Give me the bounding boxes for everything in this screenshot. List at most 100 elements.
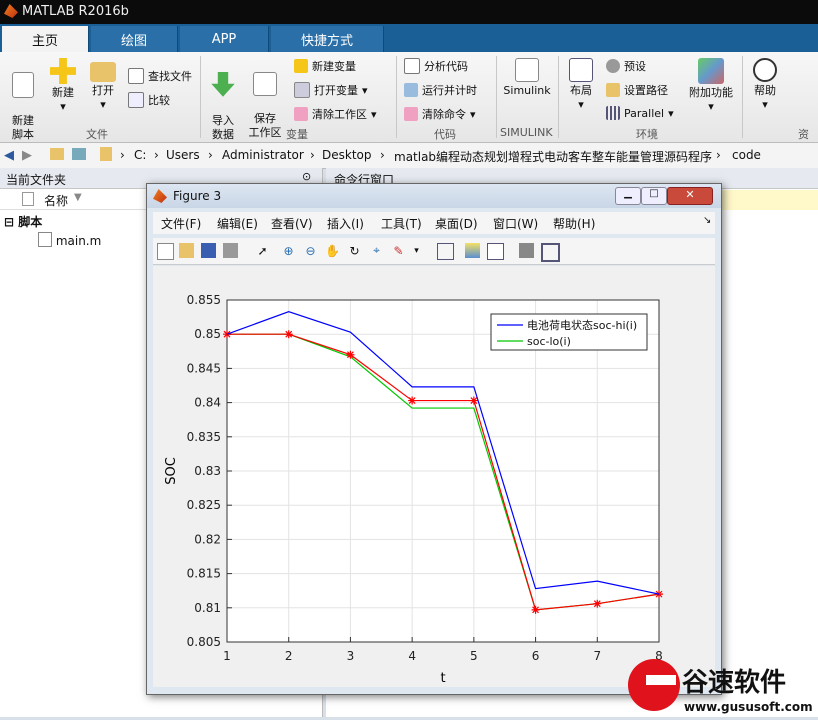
panel-menu-icon[interactable]: ⊙: [302, 170, 311, 183]
brush-icon[interactable]: ✎: [391, 243, 406, 258]
y-axis-label: SOC: [164, 457, 179, 485]
collapse-icon[interactable]: ⊟: [4, 215, 14, 229]
menu-view[interactable]: 查看(V): [271, 215, 313, 232]
menu-tools[interactable]: 工具(T): [381, 215, 422, 232]
group-label-environment: 环境: [636, 128, 658, 141]
breadcrumb-item[interactable]: Users: [166, 148, 200, 162]
figure-titlebar[interactable]: Figure 3 ▁ □ ✕: [147, 184, 721, 208]
hide-plot-tools-icon[interactable]: [519, 243, 534, 258]
breadcrumb-item[interactable]: Desktop: [322, 148, 372, 162]
find-files-button[interactable]: 查找文件: [128, 68, 192, 84]
breadcrumb-item[interactable]: C:: [134, 148, 146, 162]
clear-workspace-button[interactable]: 清除工作区 ▾: [294, 106, 377, 122]
brush-dropdown-icon[interactable]: ▾: [409, 243, 424, 258]
rotate-3d-icon[interactable]: ↻: [347, 243, 362, 258]
parallel-dropdown-icon: ▾: [668, 106, 674, 120]
menu-window[interactable]: 窗口(W): [493, 215, 538, 232]
menu-edit[interactable]: 编辑(E): [217, 215, 258, 232]
new-button[interactable]: 新建 ▾: [46, 58, 80, 114]
layout-button[interactable]: 布局 ▾: [564, 58, 598, 112]
app-titlebar: MATLAB R2016b: [0, 0, 818, 24]
address-bar[interactable]: ◀ ▶ › C: › Users › Administrator › Deskt…: [0, 143, 818, 169]
back-arrow-icon[interactable]: ◀: [4, 148, 14, 163]
zoom-out-icon[interactable]: ⊖: [303, 243, 318, 258]
close-button[interactable]: ✕: [667, 187, 713, 205]
set-path-label: 设置路径: [624, 84, 668, 97]
breadcrumb-item[interactable]: Administrator: [222, 148, 304, 162]
folder-icon: [100, 147, 112, 161]
watermark-logo: 谷速软件 www.gususoft.com: [618, 655, 818, 717]
menu-insert[interactable]: 插入(I): [327, 215, 364, 232]
column-header-name[interactable]: 名称: [44, 192, 68, 209]
tab-shortcuts[interactable]: 快捷方式: [271, 26, 384, 52]
matlab-logo-icon: [153, 189, 167, 203]
brand-logo-mark: [646, 675, 676, 685]
data-cursor-icon[interactable]: ⌖: [369, 243, 384, 258]
addons-button[interactable]: 附加功能 ▾: [686, 58, 736, 114]
print-icon[interactable]: [223, 243, 238, 258]
open-label: 打开: [92, 84, 114, 97]
sort-down-icon[interactable]: ▼: [74, 192, 82, 203]
import-data-button[interactable]: 导入 数据: [206, 58, 240, 142]
legend-toggle-icon[interactable]: [487, 243, 504, 260]
help-button[interactable]: 帮助 ▾: [748, 58, 782, 112]
data-point: [284, 330, 293, 339]
parallel-button[interactable]: Parallel ▾: [606, 106, 674, 120]
colorbar-icon[interactable]: [465, 243, 480, 258]
save-workspace-icon: [253, 72, 277, 96]
parallel-icon: [606, 106, 620, 120]
figure-canvas: 1 2 3 4 5 6 7 8 0.805 0.81 0.815 0.82 0.825 0.83 0.835…: [153, 266, 715, 687]
figure-menubar: 文件(F) 编辑(E) 查看(V) 插入(I) 工具(T) 桌面(D) 窗口(W…: [153, 212, 715, 234]
menu-file[interactable]: 文件(F): [161, 215, 201, 232]
y-tick-label: 0.835: [187, 430, 221, 444]
run-and-time-button[interactable]: 运行并计时: [404, 82, 477, 98]
zoom-in-icon[interactable]: ⊕: [281, 243, 296, 258]
select-arrow-icon[interactable]: ➚: [255, 243, 270, 258]
y-tick-label: 0.84: [194, 396, 221, 410]
pan-hand-icon[interactable]: ✋: [325, 243, 340, 258]
save-workspace-button[interactable]: 保存 工作区: [246, 58, 284, 140]
link-plot-icon[interactable]: [437, 243, 454, 260]
compare-button[interactable]: 比较: [128, 92, 170, 108]
minimize-button[interactable]: ▁: [615, 187, 641, 205]
compare-label: 比较: [148, 94, 170, 107]
save-workspace-label: 保存 工作区: [248, 112, 282, 139]
new-script-button[interactable]: 新建 脚本: [6, 58, 40, 142]
forward-arrow-icon[interactable]: ▶: [22, 148, 32, 163]
open-file-icon[interactable]: [179, 243, 194, 258]
new-figure-icon[interactable]: [157, 243, 174, 260]
tab-apps[interactable]: APP: [180, 26, 269, 52]
ribbon-divider: [396, 56, 397, 138]
open-button[interactable]: 打开 ▾: [86, 58, 120, 112]
clear-commands-button[interactable]: 清除命令 ▾: [404, 106, 476, 122]
browse-folder-icon[interactable]: [72, 148, 86, 160]
simulink-button[interactable]: Simulink: [502, 58, 552, 98]
show-plot-tools-icon[interactable]: [541, 243, 560, 262]
menu-help[interactable]: 帮助(H): [553, 215, 595, 232]
open-variable-button[interactable]: 打开变量 ▾: [294, 82, 368, 98]
breadcrumb-separator: ›: [208, 148, 213, 162]
plus-icon: [50, 58, 76, 84]
up-folder-icon[interactable]: [50, 148, 64, 160]
save-icon[interactable]: [201, 243, 216, 258]
list-item[interactable]: main.m: [38, 232, 101, 248]
tab-home[interactable]: 主页: [2, 26, 89, 52]
file-name: main.m: [55, 234, 102, 248]
file-group-header[interactable]: ⊟ 脚本: [4, 213, 42, 230]
menu-desktop[interactable]: 桌面(D): [435, 215, 478, 232]
breadcrumb-item[interactable]: code: [732, 148, 761, 162]
find-files-label: 查找文件: [148, 70, 192, 83]
analyze-code-button[interactable]: 分析代码: [404, 58, 468, 74]
maximize-button[interactable]: □: [641, 187, 667, 205]
set-path-button[interactable]: 设置路径: [606, 82, 668, 98]
menubar-dock-icon[interactable]: ↘: [703, 215, 711, 226]
data-point: [531, 605, 540, 614]
breadcrumb-separator: ›: [154, 148, 159, 162]
soc-plot[interactable]: 1 2 3 4 5 6 7 80.8050.810.8150.820.8250.830.835…: [153, 266, 715, 687]
new-variable-button[interactable]: 新建变量: [294, 58, 356, 74]
preferences-button[interactable]: 预设: [606, 58, 646, 74]
new-dropdown-icon: ▾: [60, 100, 66, 113]
breadcrumb-item[interactable]: matlab编程动态规划增程式电动客车整车能量管理源码程序: [394, 148, 712, 165]
y-tick-label: 0.855: [187, 293, 221, 307]
tab-plots[interactable]: 绘图: [91, 26, 178, 52]
